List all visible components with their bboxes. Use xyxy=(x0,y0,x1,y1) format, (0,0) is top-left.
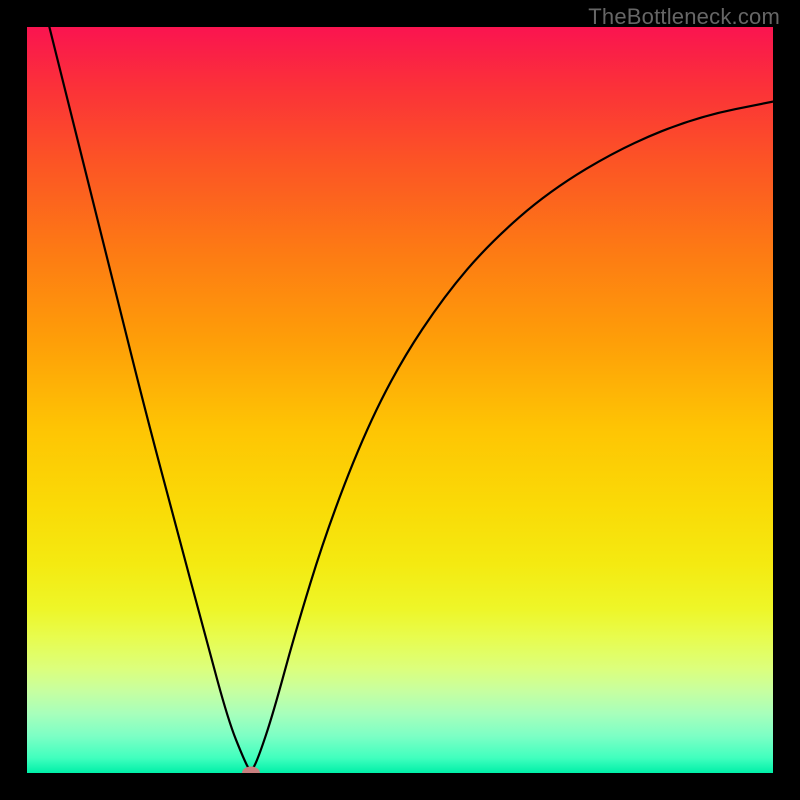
watermark-label: TheBottleneck.com xyxy=(588,4,780,30)
chart-frame: TheBottleneck.com xyxy=(0,0,800,800)
plot-area xyxy=(27,27,773,773)
bottleneck-curve xyxy=(27,27,773,773)
optimal-point-marker xyxy=(242,767,260,774)
